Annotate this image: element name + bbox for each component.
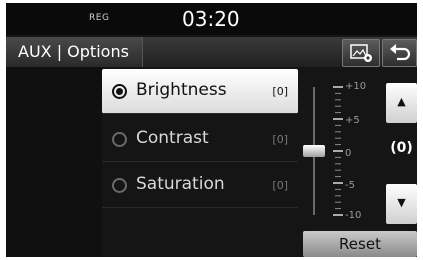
option-value: [0] [272, 179, 288, 192]
screen-settings-icon [350, 44, 372, 62]
option-saturation[interactable]: Saturation [0] [102, 163, 298, 208]
title-bar: AUX | Options [6, 37, 417, 67]
back-button[interactable] [382, 39, 417, 67]
status-bar: REG 03:20 [6, 3, 417, 35]
reset-button[interactable]: Reset [303, 231, 417, 257]
screen-settings-button[interactable] [342, 39, 380, 67]
option-contrast[interactable]: Contrast [0] [102, 117, 298, 162]
scale-label-plus5: +5 [345, 115, 360, 126]
reg-indicator: REG [89, 13, 110, 23]
back-arrow-icon [390, 44, 411, 61]
option-brightness[interactable]: Brightness [0] [102, 69, 298, 114]
scale-label-minus5: -5 [345, 180, 355, 191]
option-label: Contrast [136, 128, 209, 148]
clock: 03:20 [182, 7, 240, 31]
radio-icon [112, 132, 127, 147]
down-arrow-icon: ▼ [397, 196, 406, 209]
option-value: [0] [272, 85, 288, 98]
page-title: AUX | Options [18, 42, 129, 61]
option-label: Saturation [136, 174, 225, 194]
radio-selected-icon [112, 84, 127, 99]
infotainment-screen: REG 03:20 AUX | Options Brightness [0] C… [6, 3, 417, 257]
scale-label-plus10: +10 [345, 81, 367, 92]
current-value: (0) [390, 140, 413, 156]
title-tab: AUX | Options [6, 37, 143, 67]
up-arrow-icon: ▲ [397, 95, 406, 108]
radio-icon [112, 178, 127, 193]
scale-label-minus10: -10 [345, 210, 362, 221]
slider-thumb[interactable] [303, 145, 325, 157]
increase-button[interactable]: ▲ [386, 83, 417, 123]
decrease-button[interactable]: ▼ [386, 184, 417, 224]
option-label: Brightness [136, 80, 227, 100]
scale-label-zero: 0 [345, 148, 352, 159]
left-panel [6, 67, 102, 257]
adjustment-slider[interactable]: +10 +5 0 -5 -10 [301, 69, 383, 229]
option-value: [0] [272, 133, 288, 146]
reset-label: Reset [339, 235, 381, 253]
